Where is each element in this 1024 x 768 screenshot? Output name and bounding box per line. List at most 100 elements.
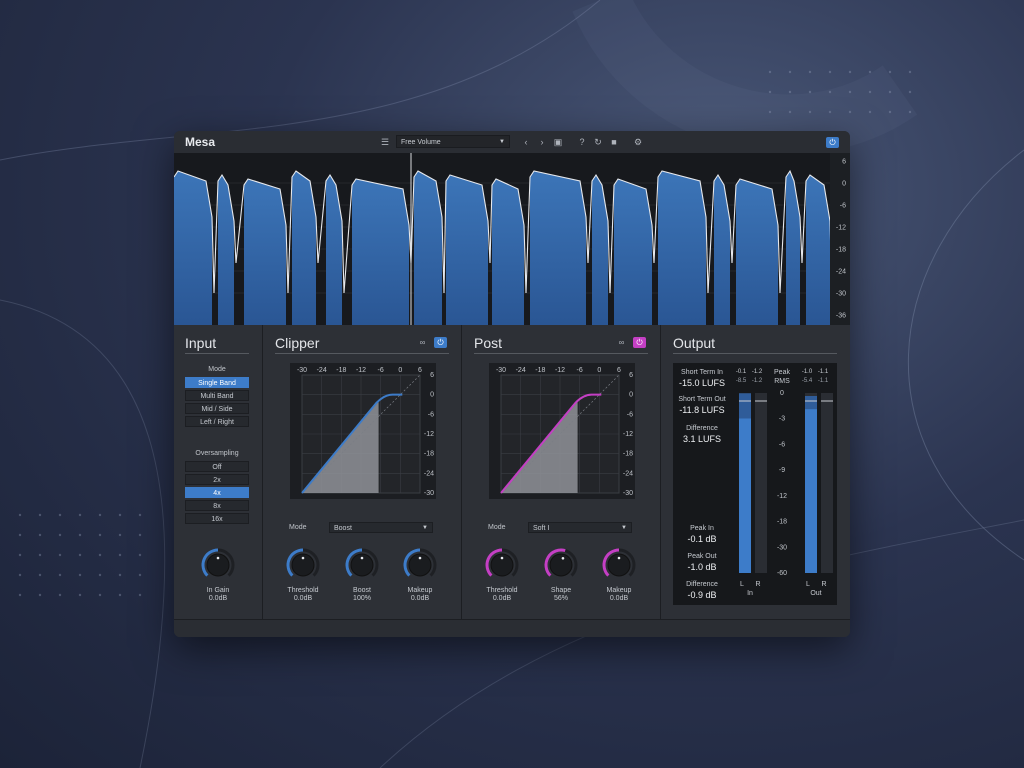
graph-tick-top: -24 — [516, 367, 526, 374]
graph-tick-top: -12 — [555, 367, 565, 374]
graph-tick-top: -24 — [317, 367, 327, 374]
unlock-icon[interactable]: ■ — [608, 136, 620, 148]
oversampling-8x[interactable]: 8x — [185, 500, 249, 511]
in-rms-l: -8.5 — [735, 378, 747, 384]
waveform-scale-tick: -24 — [836, 269, 846, 276]
graph-tick-side: -24 — [424, 470, 434, 477]
preset-dropdown[interactable]: Free Volume ▼ — [396, 135, 510, 148]
clipper-power-button[interactable]: ⏻ — [434, 337, 447, 348]
post-makeup-knob[interactable] — [601, 547, 637, 583]
oversampling-label: Oversampling — [195, 450, 239, 457]
mode-multi-band[interactable]: Multi Band — [185, 390, 249, 401]
graph-tick-top: -6 — [378, 367, 384, 374]
out-peak-l: -1.0 — [801, 369, 813, 375]
short-term-out-label: Short Term Out — [678, 396, 726, 403]
clipper-boost-knob[interactable] — [344, 547, 380, 583]
power-icon: ⏻ — [829, 138, 836, 147]
input-panel: Input Mode Single Band Multi Band Mid / … — [174, 325, 262, 619]
graph-tick-side: -12 — [623, 431, 633, 438]
post-makeup-value: 0.0dB — [609, 595, 629, 602]
divider — [673, 353, 837, 354]
graph-tick-side: -30 — [623, 490, 633, 497]
post-title: Post — [474, 335, 503, 351]
graph-tick-side: -6 — [627, 411, 633, 418]
graph-tick-side: -12 — [424, 431, 434, 438]
footer-bar — [174, 619, 850, 637]
clipper-makeup-knob[interactable] — [402, 547, 438, 583]
gear-icon[interactable]: ⚙ — [632, 136, 644, 148]
out-rms-r: -1.1 — [817, 378, 829, 384]
post-mode-value: Soft I — [533, 525, 550, 532]
app-title: Mesa — [185, 135, 216, 149]
clipper-threshold-value: 0.0dB — [293, 595, 313, 602]
in-r-label: R — [755, 581, 761, 588]
post-transfer-graph: -30 -24 -18 -12 -6 0 6 6 0 -6 -12 -18 -24 -30 — [489, 363, 635, 499]
mode-left-right[interactable]: Left / Right — [185, 416, 249, 427]
mode-single-band[interactable]: Single Band — [185, 377, 249, 388]
meter-scale-tick: -18 — [777, 519, 787, 526]
peak-in-label: Peak In — [690, 525, 714, 532]
help-icon[interactable]: ? — [576, 136, 588, 148]
list-icon[interactable]: ☰ — [379, 136, 391, 148]
save-icon[interactable]: ▣ — [552, 136, 564, 148]
out-rms-l: -5.4 — [801, 378, 813, 384]
graph-tick-top: 6 — [617, 367, 621, 374]
post-threshold-knob[interactable] — [484, 547, 520, 583]
out-l-label: L — [806, 581, 810, 588]
graph-tick-side: 0 — [629, 392, 633, 399]
plugin-window: Mesa ☰ Free Volume ▼ ‹ › ▣ ? ↻ ■ ⚙ ⏻ 6 0… — [174, 131, 850, 637]
in-rms-r: -1.2 — [751, 378, 763, 384]
output-title: Output — [673, 335, 716, 351]
link-icon[interactable]: ∞ — [416, 337, 429, 348]
out-r-label: R — [821, 581, 827, 588]
post-threshold-value: 0.0dB — [492, 595, 512, 602]
graph-tick-top: -6 — [577, 367, 583, 374]
graph-tick-side: -30 — [424, 490, 434, 497]
oversampling-16x[interactable]: 16x — [185, 513, 249, 524]
waveform-scale-tick: 0 — [842, 181, 846, 188]
meter-scale-tick: 0 — [780, 390, 784, 397]
meter-scale-tick: -12 — [777, 493, 787, 500]
post-shape-value: 56% — [553, 595, 568, 602]
oversampling-4x[interactable]: 4x — [185, 487, 249, 498]
meter-scale-tick: -3 — [779, 416, 785, 423]
post-power-button[interactable]: ⏻ — [633, 337, 646, 348]
in-peak-l: -0.1 — [735, 369, 747, 375]
chevron-right-icon[interactable]: › — [536, 136, 548, 148]
short-term-in-label: Short Term In — [681, 369, 723, 376]
post-mode-dropdown[interactable]: Soft I ▼ — [528, 522, 632, 533]
clipper-transfer-graph: -30 -24 -18 -12 -6 0 6 6 0 -6 -12 -18 -24 -30 — [290, 363, 436, 499]
graph-tick-side: 6 — [629, 372, 633, 379]
oversampling-off[interactable]: Off — [185, 461, 249, 472]
clipper-mode-label: Mode — [289, 524, 307, 531]
oversampling-2x[interactable]: 2x — [185, 474, 249, 485]
post-shape-knob[interactable] — [543, 547, 579, 583]
short-term-out-value: -11.8 LUFS — [679, 405, 725, 415]
lufs-difference-label: Difference — [686, 425, 718, 432]
clipper-mode-dropdown[interactable]: Boost ▼ — [329, 522, 433, 533]
meter-scale-tick: -6 — [779, 441, 785, 448]
waveform-scale-tick: -12 — [836, 225, 846, 232]
in-gain-knob[interactable] — [200, 547, 236, 583]
meter-out-label: Out — [810, 590, 822, 597]
graph-tick-top: -18 — [535, 367, 545, 374]
link-icon[interactable]: ∞ — [615, 337, 628, 348]
peak-difference-label: Difference — [686, 581, 718, 588]
preset-name: Free Volume — [401, 139, 441, 146]
graph-tick-top: -12 — [356, 367, 366, 374]
level-meter-bars: 0 -3 -6 -9 -12 -18 -30 -60 — [739, 390, 833, 577]
peak-in-value: -0.1 dB — [687, 534, 717, 544]
graph-tick-top: -18 — [336, 367, 346, 374]
meter-in-label: In — [747, 590, 753, 597]
clipper-threshold-knob[interactable] — [285, 547, 321, 583]
chevron-left-icon[interactable]: ‹ — [520, 136, 532, 148]
graph-tick-side: -6 — [428, 411, 434, 418]
in-peak-r: -1.2 — [751, 369, 763, 375]
lufs-difference-value: 3.1 LUFS — [682, 434, 722, 444]
mode-mid-side[interactable]: Mid / Side — [185, 403, 249, 414]
graph-tick-side: -18 — [424, 451, 434, 458]
in-gain-value: 0.0dB — [208, 595, 228, 602]
graph-tick-top: -30 — [496, 367, 506, 374]
refresh-icon[interactable]: ↻ — [592, 136, 604, 148]
power-button[interactable]: ⏻ — [826, 137, 839, 148]
